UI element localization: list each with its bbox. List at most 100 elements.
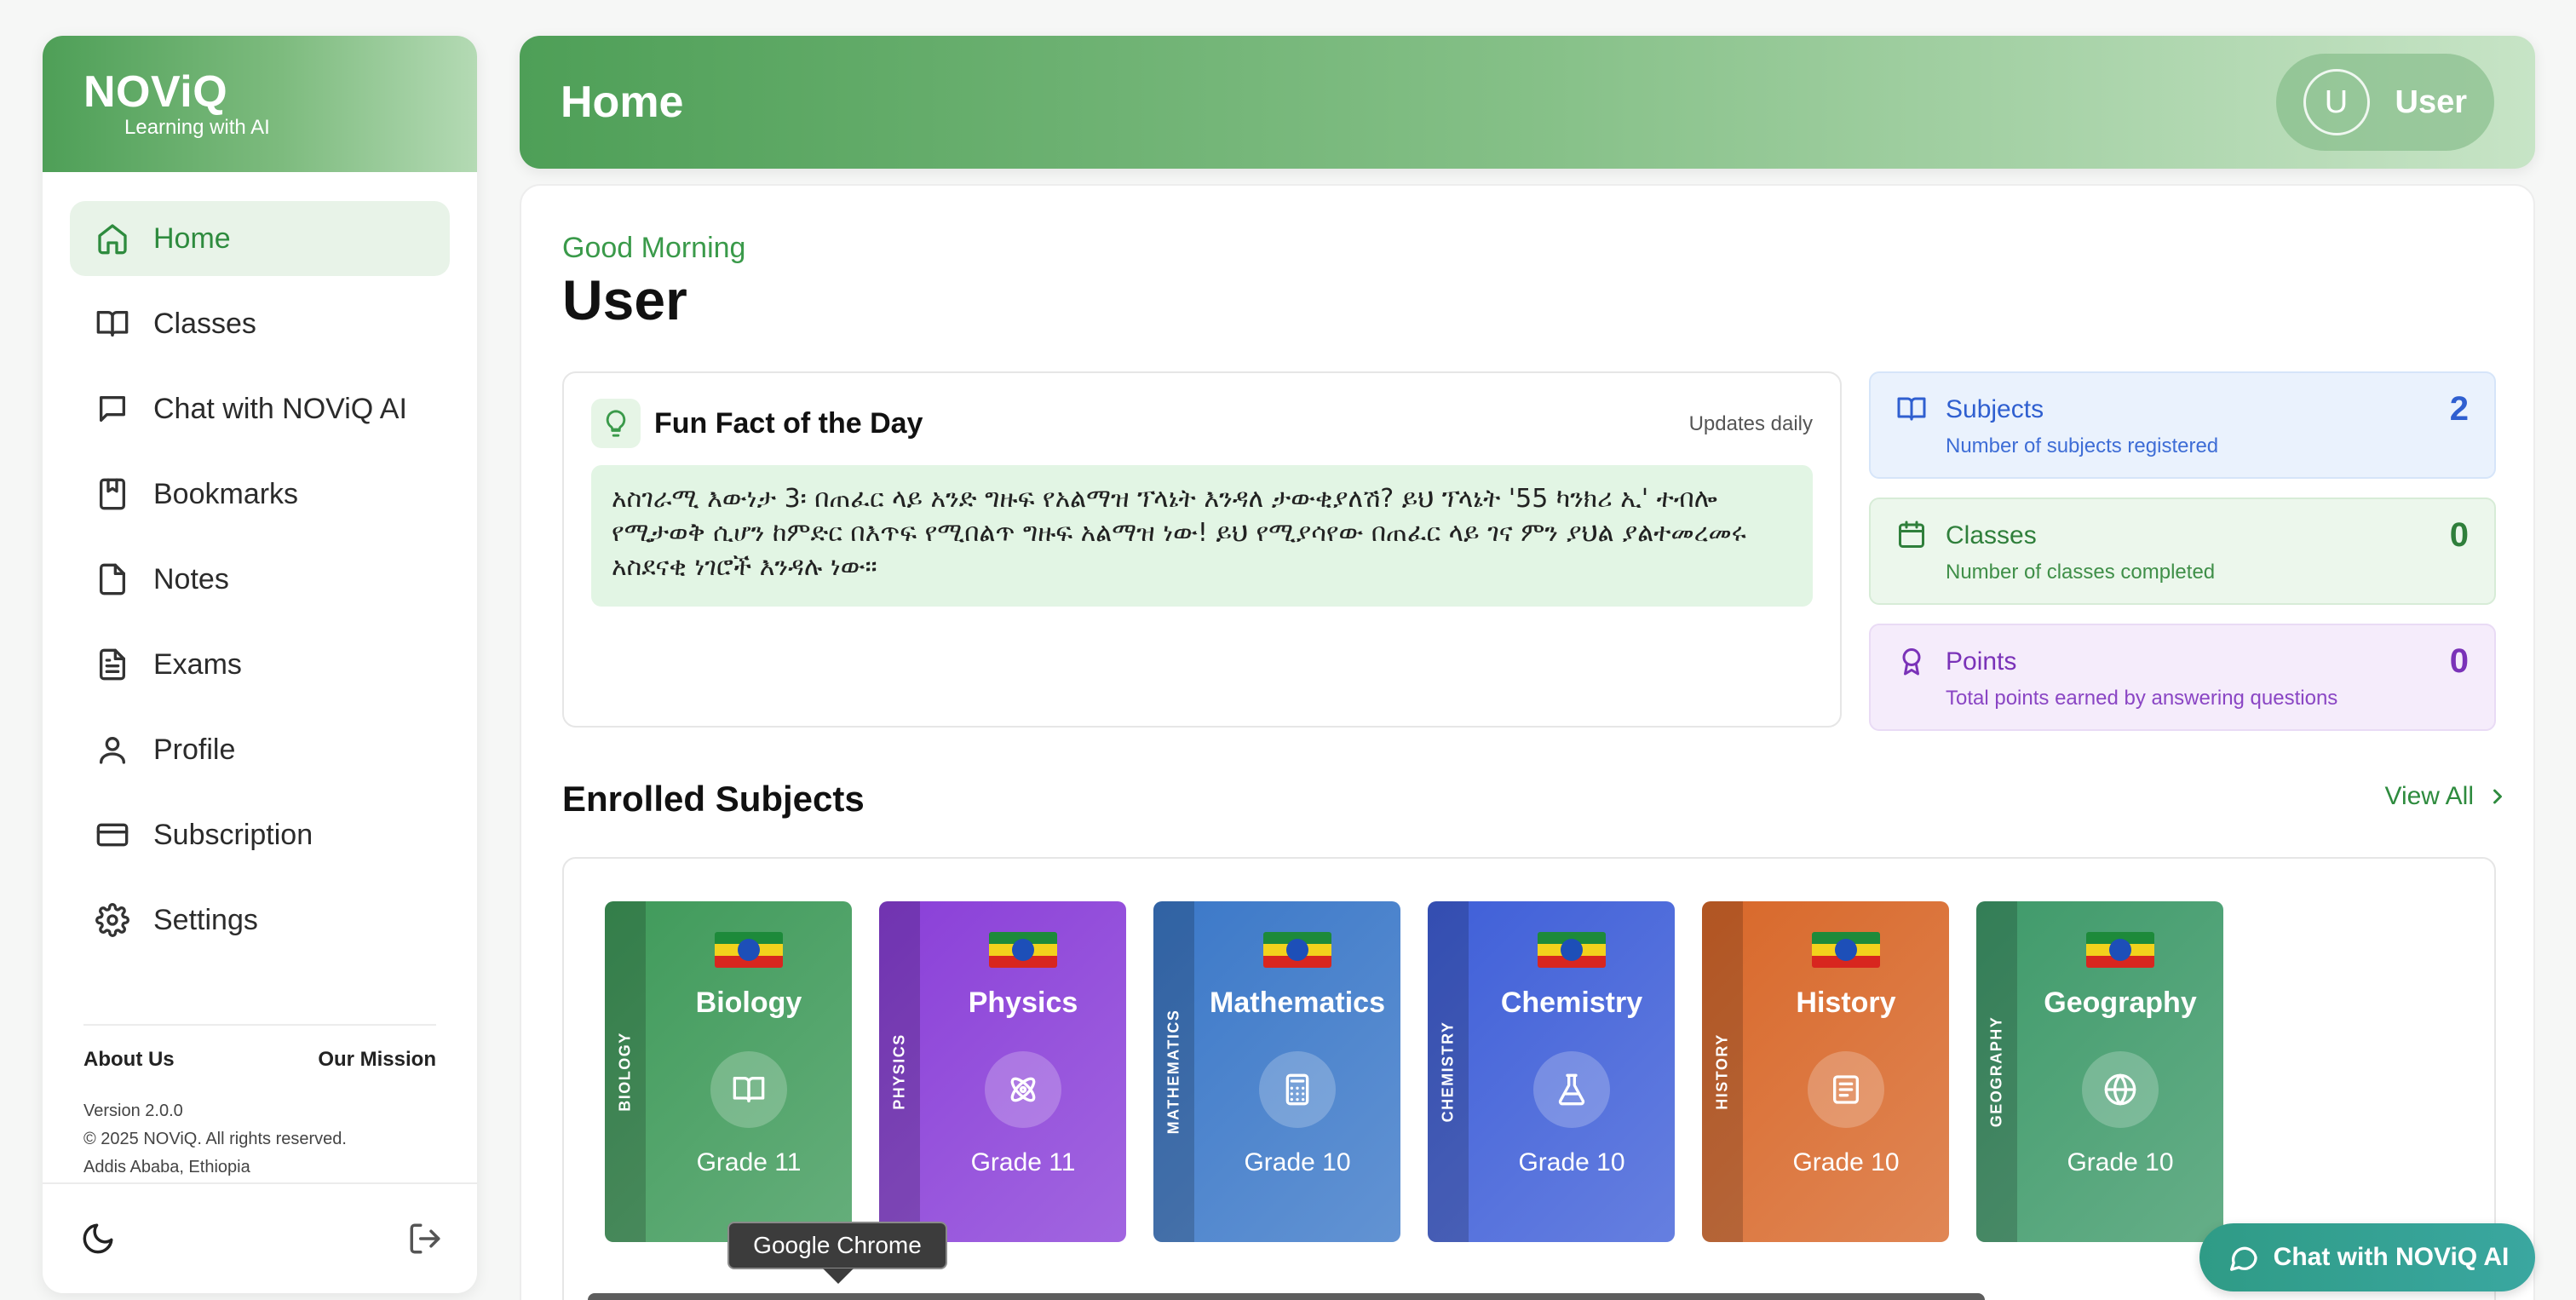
stat-subjects[interactable]: Subjects Number of subjects registered 2 — [1869, 371, 2496, 479]
book-spine: BIOLOGY — [605, 901, 646, 1242]
subject-name: History — [1796, 987, 1896, 1019]
book-spine: PHYSICS — [879, 901, 920, 1242]
subject-grade: Grade 10 — [1518, 1148, 1625, 1176]
subject-card-mathematics[interactable]: MATHEMATICS Mathematics Grade 10 — [1153, 901, 1400, 1242]
subject-card-chemistry[interactable]: CHEMISTRY Chemistry Grade 10 — [1428, 901, 1675, 1242]
spine-label: MATHEMATICS — [1164, 1009, 1182, 1135]
stat-description: Number of subjects registered — [1946, 434, 2219, 457]
chat-with-ai-button[interactable]: Chat with NOViQ AI — [2199, 1223, 2535, 1291]
spine-label: CHEMISTRY — [1439, 1021, 1457, 1123]
our-mission-link[interactable]: Our Mission — [318, 1048, 436, 1072]
stat-classes[interactable]: Classes Number of classes completed 0 — [1869, 498, 2496, 605]
subject-card-biology[interactable]: BIOLOGY Biology Grade 11 — [605, 901, 852, 1242]
ethiopia-flag-icon — [989, 932, 1057, 968]
spine-label: PHYSICS — [890, 1033, 908, 1110]
home-icon — [95, 221, 129, 256]
subject-card-physics[interactable]: PHYSICS Physics Grade 11 — [879, 901, 1126, 1242]
chevron-right-icon — [2493, 789, 2502, 804]
book-spine: CHEMISTRY — [1428, 901, 1469, 1242]
book-spine: MATHEMATICS — [1153, 901, 1194, 1242]
ethiopia-flag-icon — [715, 932, 783, 968]
book-open-icon — [710, 1051, 787, 1128]
dock-edge — [588, 1293, 1985, 1300]
spine-label: BIOLOGY — [616, 1032, 634, 1112]
main-content: Good Morning User Fun Fact of the Day Up… — [520, 184, 2535, 1300]
sidebar-item-exams[interactable]: Exams — [70, 627, 450, 702]
subject-name: Physics — [968, 987, 1078, 1019]
enrolled-subjects-title: Enrolled Subjects — [562, 779, 865, 819]
brand-header: NOViQ Learning with AI — [43, 36, 477, 172]
stat-points[interactable]: Points Total points earned by answering … — [1869, 624, 2496, 731]
subject-grade: Grade 10 — [1792, 1148, 1900, 1176]
note-icon — [95, 562, 129, 596]
subject-grade: Grade 10 — [2067, 1148, 2174, 1176]
avatar: U — [2303, 69, 2370, 135]
fun-fact-updates: Updates daily — [1688, 412, 1813, 435]
book-spine: HISTORY — [1702, 901, 1743, 1242]
book-open-icon — [95, 307, 129, 341]
subject-grade: Grade 11 — [970, 1148, 1076, 1176]
user-name: User — [2395, 83, 2468, 120]
globe-icon — [2082, 1051, 2159, 1128]
user-menu[interactable]: U User — [2275, 54, 2494, 151]
subject-card-history[interactable]: HISTORY History Grade 10 — [1702, 901, 1949, 1242]
sidebar-item-home[interactable]: Home — [70, 201, 450, 276]
sidebar-item-label: Chat with NOViQ AI — [153, 392, 407, 425]
subject-name: Geography — [2044, 987, 2197, 1019]
spine-label: HISTORY — [1713, 1033, 1731, 1110]
subject-card-geography[interactable]: GEOGRAPHY Geography Grade 10 — [1976, 901, 2223, 1242]
award-icon — [1896, 646, 1927, 676]
document-icon — [95, 647, 129, 682]
copyright-text: © 2025 NOViQ. All rights reserved. — [83, 1130, 347, 1148]
chat-fab-label: Chat with NOViQ AI — [2273, 1243, 2510, 1271]
credit-card-icon — [95, 818, 129, 852]
tooltip-arrow — [823, 1268, 854, 1284]
dark-mode-toggle[interactable] — [80, 1221, 116, 1257]
scroll-icon — [1808, 1051, 1884, 1128]
stat-label: Points — [1946, 647, 2017, 676]
sidebar-item-label: Classes — [153, 307, 256, 340]
sidebar-item-bookmarks[interactable]: Bookmarks — [70, 457, 450, 532]
brand-logo[interactable]: NOViQ — [83, 70, 436, 114]
logout-icon — [410, 1223, 440, 1254]
sidebar-item-label: Notes — [153, 562, 229, 595]
flask-icon — [1533, 1051, 1610, 1128]
stat-value: 2 — [2449, 390, 2469, 428]
sidebar-item-label: Home — [153, 221, 231, 255]
moon-icon — [83, 1223, 113, 1254]
stat-label: Subjects — [1946, 395, 2044, 423]
ethiopia-flag-icon — [2086, 932, 2154, 968]
sidebar-nav: Home Classes Chat with NOViQ AI Bookmark… — [43, 172, 477, 958]
ethiopia-flag-icon — [1812, 932, 1880, 968]
atom-icon — [985, 1051, 1061, 1128]
lightbulb-icon — [591, 399, 641, 448]
sidebar: NOViQ Learning with AI Home Classes Chat… — [43, 36, 477, 1293]
fun-fact-title: Fun Fact of the Day — [654, 407, 923, 440]
brand-tagline: Learning with AI — [124, 116, 270, 139]
sidebar-item-classes[interactable]: Classes — [70, 286, 450, 361]
sidebar-item-profile[interactable]: Profile — [70, 712, 450, 787]
location-text: Addis Ababa, Ethiopia — [83, 1158, 250, 1176]
sidebar-item-subscription[interactable]: Subscription — [70, 797, 450, 872]
chat-icon — [95, 392, 129, 426]
greeting-name: User — [562, 268, 687, 331]
subject-name: Biology — [695, 987, 802, 1019]
sidebar-item-label: Exams — [153, 647, 242, 681]
ethiopia-flag-icon — [1538, 932, 1606, 968]
sidebar-item-notes[interactable]: Notes — [70, 542, 450, 617]
view-all-link[interactable]: View All — [2384, 782, 2510, 811]
sidebar-item-settings[interactable]: Settings — [70, 883, 450, 958]
fun-fact-card: Fun Fact of the Day Updates daily አስገራሚ … — [562, 371, 1842, 728]
logout-button[interactable] — [407, 1221, 443, 1257]
about-us-link[interactable]: About Us — [83, 1048, 175, 1072]
page-title: Home — [561, 78, 684, 127]
chat-bubble-icon — [2229, 1246, 2257, 1271]
stat-value: 0 — [2449, 516, 2469, 554]
sidebar-item-chat[interactable]: Chat with NOViQ AI — [70, 371, 450, 446]
calendar-icon — [1896, 520, 1927, 550]
sidebar-item-label: Profile — [153, 733, 236, 766]
top-header: Home U User — [520, 36, 2535, 169]
gear-icon — [95, 903, 129, 937]
spine-label: GEOGRAPHY — [1987, 1015, 2005, 1128]
ethiopia-flag-icon — [1263, 932, 1331, 968]
